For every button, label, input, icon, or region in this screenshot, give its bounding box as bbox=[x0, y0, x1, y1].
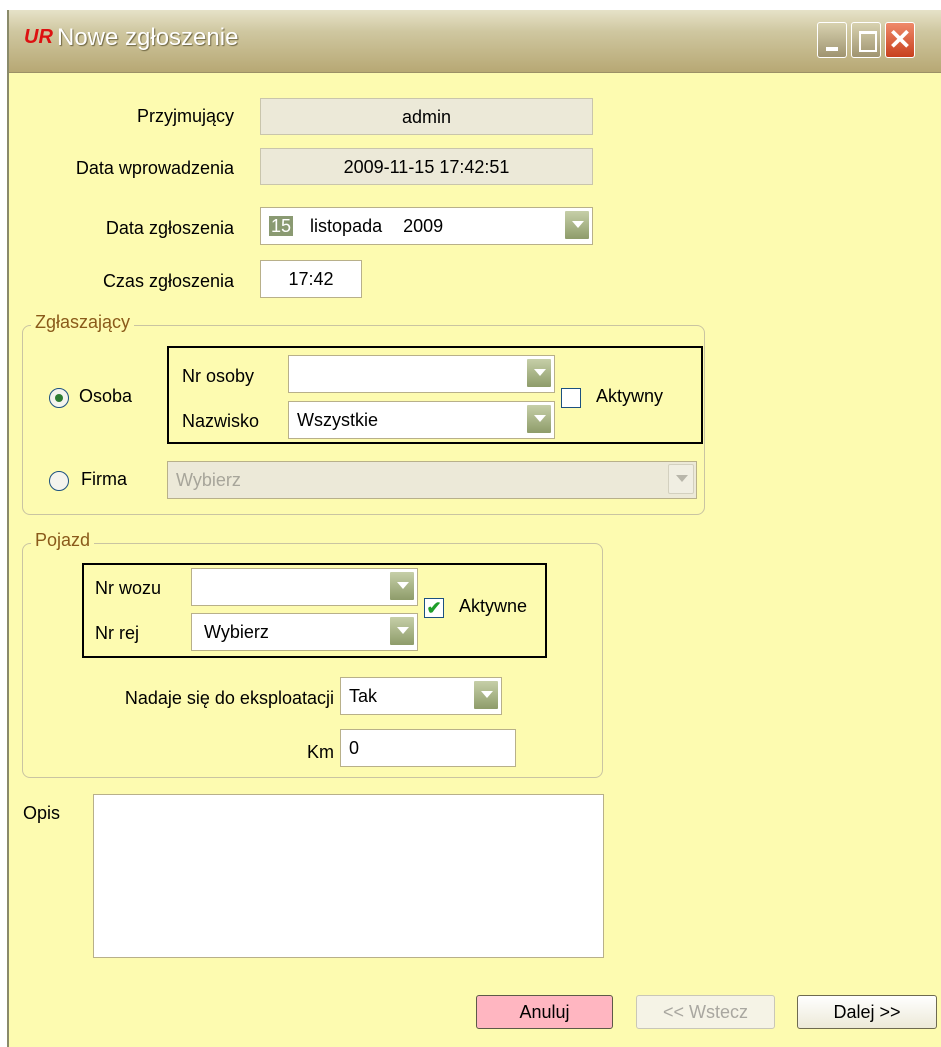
nr-osoby-dropdown-button[interactable] bbox=[526, 358, 552, 388]
date-picker[interactable]: 15 listopada 2009 bbox=[260, 207, 593, 245]
nr-wozu-combo[interactable] bbox=[191, 568, 418, 606]
data-zgloszenia-label: Data zgłoszenia bbox=[105, 218, 234, 238]
czas-zgloszenia-label: Czas zgłoszenia bbox=[102, 271, 234, 291]
km-label: Km bbox=[307, 742, 334, 762]
nr-osoby-label: Nr osoby bbox=[182, 366, 255, 386]
cancel-button[interactable]: Anuluj bbox=[476, 995, 613, 1029]
nr-wozu-dropdown-button[interactable] bbox=[389, 571, 415, 601]
date-month[interactable]: listopada bbox=[310, 216, 382, 236]
aktywny-checkbox[interactable] bbox=[561, 388, 581, 408]
dialog-window: UR Nowe zgłoszenie ✕ Przyjmujący admin D… bbox=[7, 10, 941, 1047]
calendar-dropdown-button[interactable] bbox=[564, 210, 590, 240]
nr-rej-value: Wybierz bbox=[204, 622, 269, 642]
eksploatacja-dropdown-button[interactable] bbox=[473, 680, 499, 710]
firma-dropdown-button bbox=[668, 464, 694, 494]
close-icon: ✕ bbox=[888, 24, 912, 55]
minimize-button[interactable] bbox=[817, 22, 847, 58]
osoba-radio[interactable] bbox=[49, 388, 69, 408]
nazwisko-value: Wszystkie bbox=[297, 410, 378, 430]
eksploatacja-combo[interactable]: Tak bbox=[340, 677, 502, 715]
aktywny-label[interactable]: Aktywny bbox=[596, 386, 663, 407]
maximize-icon bbox=[852, 23, 880, 57]
nr-wozu-label: Nr wozu bbox=[95, 578, 162, 598]
firma-combo: Wybierz bbox=[167, 461, 697, 499]
opis-textarea[interactable] bbox=[93, 794, 604, 958]
eksploatacja-label: Nadaje się do eksploatacji bbox=[124, 688, 334, 708]
przyjmujacy-label: Przyjmujący bbox=[136, 106, 234, 126]
back-button[interactable]: << Wstecz bbox=[636, 995, 775, 1029]
close-button[interactable]: ✕ bbox=[885, 22, 915, 58]
title-bar[interactable]: UR Nowe zgłoszenie ✕ bbox=[9, 10, 941, 73]
date-year[interactable]: 2009 bbox=[403, 216, 443, 236]
opis-label: Opis bbox=[23, 803, 61, 823]
firma-radio[interactable] bbox=[49, 471, 69, 491]
nr-rej-label: Nr rej bbox=[95, 623, 139, 643]
app-logo-icon: UR bbox=[24, 26, 53, 48]
data-wprowadzenia-field: 2009-11-15 17:42:51 bbox=[260, 148, 593, 185]
nr-rej-dropdown-button[interactable] bbox=[389, 616, 415, 646]
minimize-icon bbox=[818, 23, 846, 57]
eksploatacja-value: Tak bbox=[349, 686, 378, 706]
firma-value: Wybierz bbox=[176, 470, 241, 490]
date-day[interactable]: 15 bbox=[269, 216, 294, 236]
czas-zgloszenia-input[interactable]: 17:42 bbox=[260, 260, 362, 298]
nazwisko-combo[interactable]: Wszystkie bbox=[288, 401, 555, 439]
firma-label[interactable]: Firma bbox=[81, 469, 127, 490]
next-button[interactable]: Dalej >> bbox=[797, 995, 937, 1029]
zglaszajacy-group-title: Zgłaszający bbox=[31, 312, 135, 333]
aktywne-checkbox[interactable]: ✔ bbox=[424, 598, 444, 618]
nazwisko-label: Nazwisko bbox=[182, 411, 260, 431]
osoba-label[interactable]: Osoba bbox=[79, 386, 132, 407]
aktywne-label[interactable]: Aktywne bbox=[459, 596, 527, 617]
nr-osoby-combo[interactable] bbox=[288, 355, 555, 393]
pojazd-group-title: Pojazd bbox=[31, 530, 95, 551]
przyjmujacy-field: admin bbox=[260, 98, 593, 135]
km-input[interactable]: 0 bbox=[340, 729, 516, 767]
nazwisko-dropdown-button[interactable] bbox=[526, 404, 552, 434]
data-wprowadzenia-label: Data wprowadzenia bbox=[75, 158, 234, 178]
window-title: Nowe zgłoszenie bbox=[57, 24, 239, 51]
nr-rej-combo[interactable]: Wybierz bbox=[191, 613, 418, 651]
maximize-button[interactable] bbox=[851, 22, 881, 58]
